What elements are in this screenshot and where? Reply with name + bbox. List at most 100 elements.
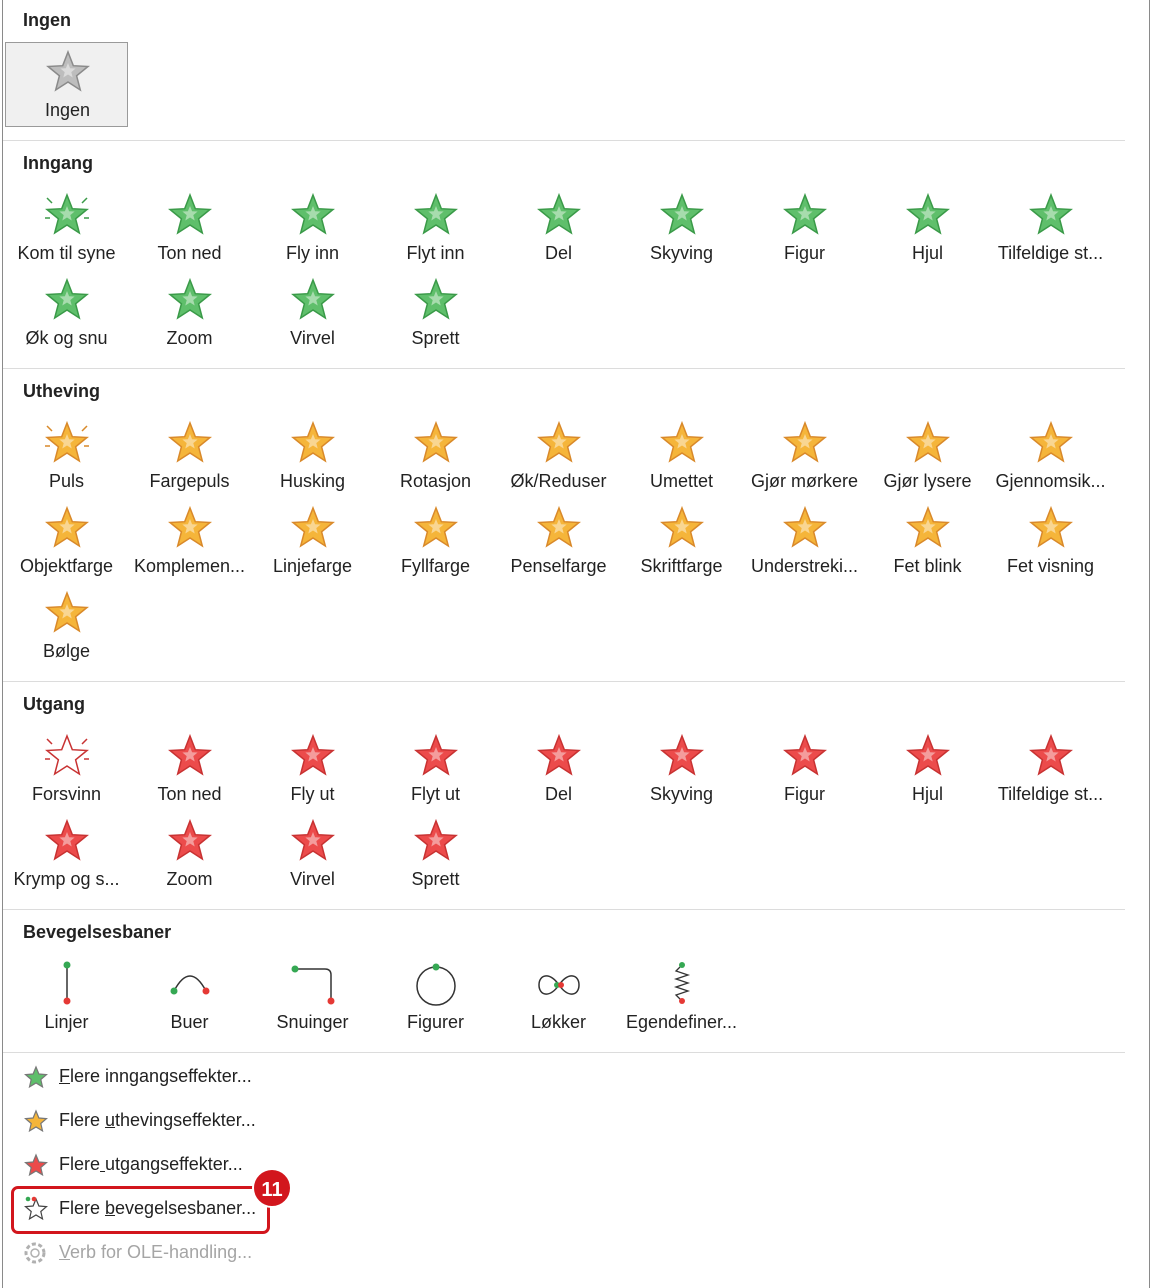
section-divider (3, 140, 1125, 141)
effect-tile-emphasis-15[interactable]: Understreki... (743, 499, 866, 584)
effect-tile-entrance-5[interactable]: Skyving (620, 186, 743, 271)
effect-tile-entrance-9[interactable]: Øk og snu (5, 271, 128, 356)
effect-tile-motion-0[interactable]: Linjer (5, 955, 128, 1040)
effect-label: Snuinger (276, 1012, 349, 1032)
effect-tile-entrance-4[interactable]: Del (497, 186, 620, 271)
effect-tile-emphasis-16[interactable]: Fet blink (866, 499, 989, 584)
effect-tile-entrance-1[interactable]: Ton ned (128, 186, 251, 271)
effect-tile-emphasis-2[interactable]: Husking (251, 414, 374, 499)
effect-tile-entrance-0[interactable]: Kom til syne (5, 186, 128, 271)
effect-tile-exit-6[interactable]: Figur (743, 727, 866, 812)
effect-tile-entrance-3[interactable]: Flyt inn (374, 186, 497, 271)
effect-tile-emphasis-14[interactable]: Skriftfarge (620, 499, 743, 584)
effect-tile-exit-3[interactable]: Flyt ut (374, 727, 497, 812)
star-swivel-icon (291, 277, 335, 320)
effect-label: Fly inn (285, 243, 339, 263)
effect-label: Forsvinn (31, 784, 102, 804)
effect-tile-emphasis-8[interactable]: Gjennomsik... (989, 414, 1112, 499)
effect-tile-motion-5[interactable]: Egendefiner... (620, 955, 743, 1040)
effect-tile-exit-0[interactable]: Forsvinn (5, 727, 128, 812)
star-underline-icon (783, 505, 827, 548)
effect-label: Tilfeldige st... (997, 243, 1104, 263)
effect-tile-emphasis-4[interactable]: Øk/Reduser (497, 414, 620, 499)
effect-tile-emphasis-9[interactable]: Objektfarge (5, 499, 128, 584)
effect-label: Hjul (911, 784, 943, 804)
star-bold-reveal-icon (1029, 505, 1073, 548)
effect-tile-entrance-6[interactable]: Figur (743, 186, 866, 271)
effect-label: Understreki... (750, 556, 859, 576)
effect-tile-emphasis-5[interactable]: Umettet (620, 414, 743, 499)
effect-tile-entrance-12[interactable]: Sprett (374, 271, 497, 356)
star-bold-flash-icon (906, 505, 950, 548)
menu-item-0[interactable]: Flere inngangseffekter... (17, 1057, 617, 1097)
effect-tile-motion-2[interactable]: Snuinger (251, 955, 374, 1040)
effect-tile-exit-1[interactable]: Ton ned (128, 727, 251, 812)
effect-tile-emphasis-11[interactable]: Linjefarge (251, 499, 374, 584)
star-spin-icon (414, 420, 458, 463)
effect-tile-exit-5[interactable]: Skyving (620, 727, 743, 812)
effect-tile-emphasis-12[interactable]: Fyllfarge (374, 499, 497, 584)
effect-tile-motion-1[interactable]: Buer (128, 955, 251, 1040)
effect-label: Zoom (166, 869, 213, 889)
effect-tile-exit-2[interactable]: Fly ut (251, 727, 374, 812)
effect-tile-emphasis-10[interactable]: Komplemen... (128, 499, 251, 584)
effect-tile-emphasis-6[interactable]: Gjør mørkere (743, 414, 866, 499)
effect-tile-exit-10[interactable]: Zoom (128, 812, 251, 897)
effect-tile-entrance-7[interactable]: Hjul (866, 186, 989, 271)
effect-label: Husking (279, 471, 346, 491)
path-turn-icon (291, 965, 335, 1005)
effect-tile-motion-3[interactable]: Figurer (374, 955, 497, 1040)
star-shape-icon (783, 733, 827, 776)
effect-tile-emphasis-1[interactable]: Fargepuls (128, 414, 251, 499)
star-darken-icon (783, 420, 827, 463)
star-object-color-icon (45, 505, 89, 548)
effect-label: Buer (170, 1012, 209, 1032)
effect-label: Penselfarge (510, 556, 607, 576)
star-color-pulse-icon (168, 420, 212, 463)
effect-label: Flyt inn (406, 243, 465, 263)
star-grow-shrink-icon (537, 420, 581, 463)
effect-tile-entrance-8[interactable]: Tilfeldige st... (989, 186, 1112, 271)
effect-tile-exit-4[interactable]: Del (497, 727, 620, 812)
star-shape-icon (783, 192, 827, 235)
effect-tile-exit-12[interactable]: Sprett (374, 812, 497, 897)
effect-tile-entrance-11[interactable]: Virvel (251, 271, 374, 356)
effect-label: Rotasjon (399, 471, 472, 491)
path-loop-icon (538, 975, 580, 995)
effect-label: Gjør lysere (883, 471, 972, 491)
effect-tile-emphasis-3[interactable]: Rotasjon (374, 414, 497, 499)
menu-item-2[interactable]: Flere utgangseffekter... (17, 1145, 617, 1185)
effect-tile-none-0[interactable]: Ingen (5, 42, 128, 127)
star-bounce-icon (414, 277, 458, 320)
effect-label: Kom til syne (17, 243, 116, 263)
effect-tile-emphasis-0[interactable]: Puls (5, 414, 128, 499)
path-circle-icon (416, 963, 456, 1006)
effect-label: Del (544, 243, 572, 263)
effect-tile-exit-8[interactable]: Tilfeldige st... (989, 727, 1112, 812)
star-grow-turn-icon (45, 277, 89, 320)
effect-tile-emphasis-18[interactable]: Bølge (5, 584, 128, 669)
effect-tile-emphasis-17[interactable]: Fet visning (989, 499, 1112, 584)
effect-tile-emphasis-13[interactable]: Penselfarge (497, 499, 620, 584)
effect-tile-emphasis-7[interactable]: Gjør lysere (866, 414, 989, 499)
effect-label: Sprett (411, 328, 460, 348)
effect-tile-exit-9[interactable]: Krymp og s... (5, 812, 128, 897)
star-split-icon (537, 192, 581, 235)
star-zoom-icon (168, 277, 212, 320)
gear-icon (24, 1242, 46, 1264)
effect-label: Fargepuls (149, 471, 230, 491)
effect-tile-entrance-10[interactable]: Zoom (128, 271, 251, 356)
effect-tile-exit-11[interactable]: Virvel (251, 812, 374, 897)
effect-label: Krymp og s... (13, 869, 120, 889)
star-wheel-icon (906, 192, 950, 235)
effect-tile-entrance-2[interactable]: Fly inn (251, 186, 374, 271)
effect-label: Bølge (42, 641, 91, 661)
star-lighten-icon (906, 420, 950, 463)
effect-label: Gjennomsik... (995, 471, 1106, 491)
effect-tile-motion-4[interactable]: Løkker (497, 955, 620, 1040)
star-fly-out-icon (291, 733, 335, 776)
effect-label: Ton ned (157, 784, 222, 804)
effect-tile-exit-7[interactable]: Hjul (866, 727, 989, 812)
exit-star-icon (24, 1153, 48, 1177)
menu-item-1[interactable]: Flere uthevingseffekter... (17, 1101, 617, 1141)
